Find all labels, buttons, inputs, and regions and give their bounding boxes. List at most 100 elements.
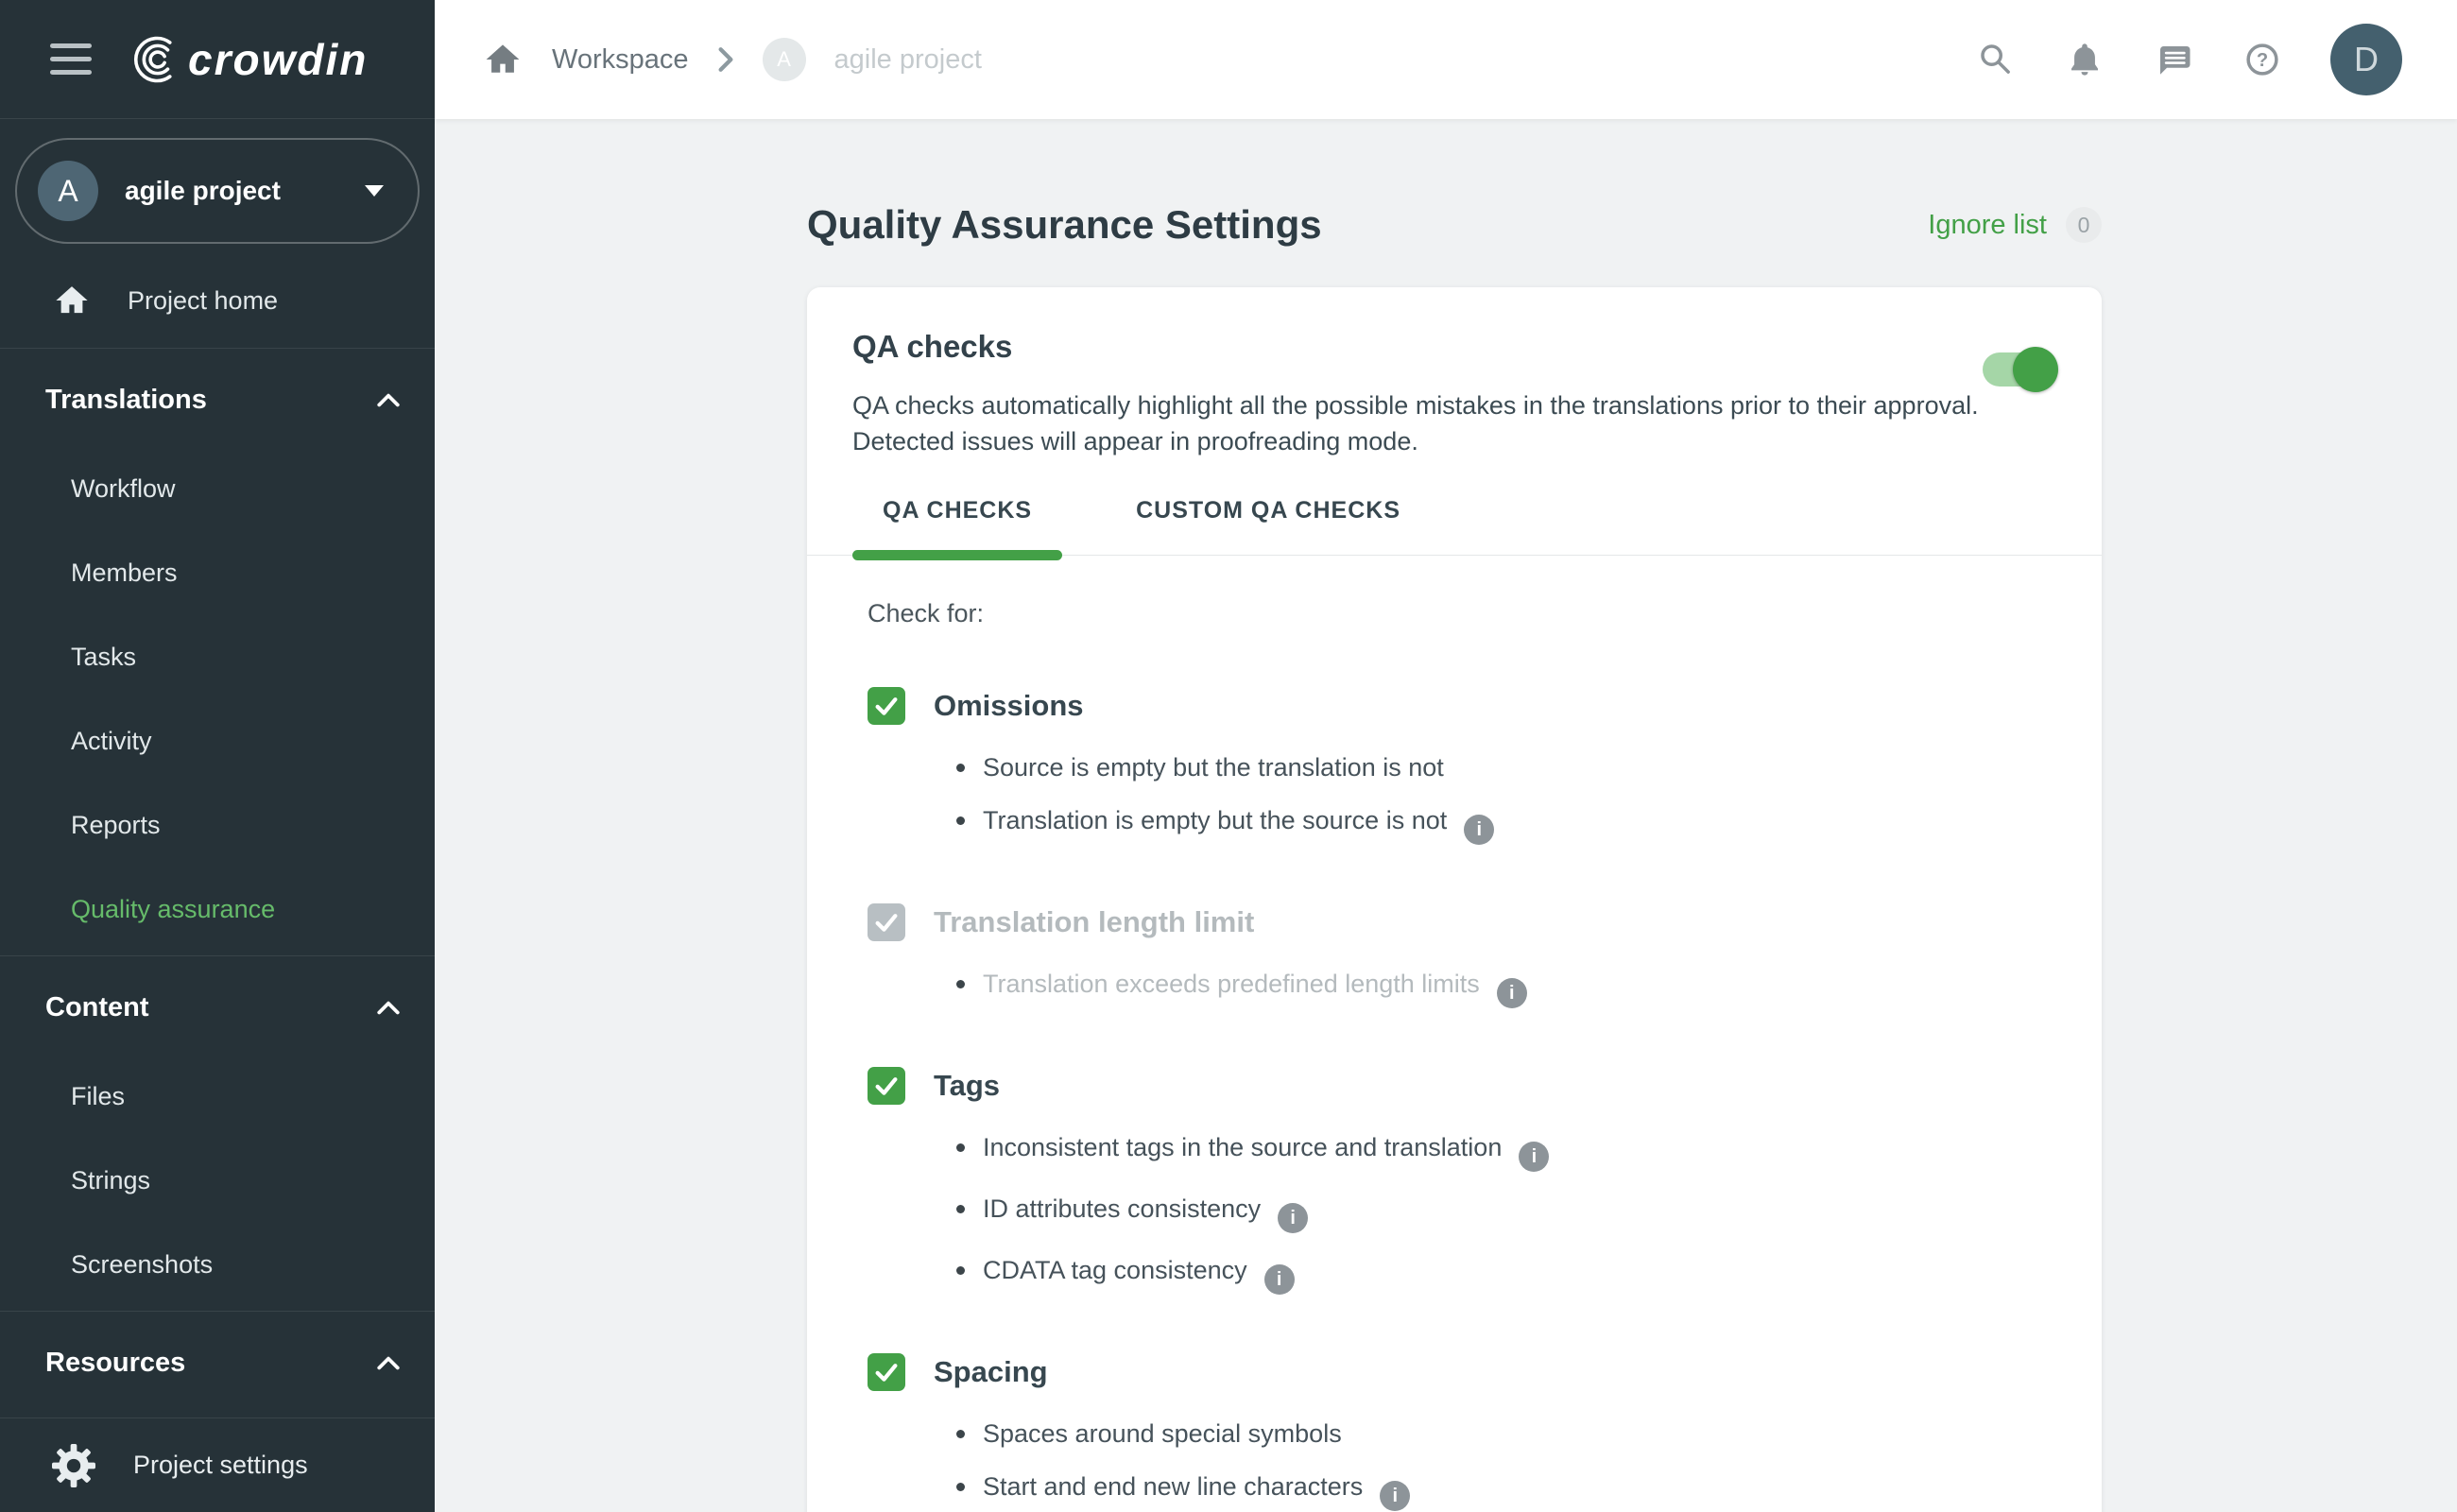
check-icon [870,1356,902,1388]
check-icon [870,690,902,722]
sidebar-section-resources[interactable]: Resources [0,1315,435,1410]
page-title: Quality Assurance Settings [807,202,1322,248]
crowdin-logo-text: crowdin [188,34,368,85]
sidebar-nav: Project home Translations Workflow Membe… [0,244,435,1418]
qa-rule: Source is empty but the translation is n… [983,751,2056,783]
sidebar-section-content[interactable]: Content [0,960,435,1055]
gear-icon [52,1444,95,1487]
qa-rule-text: Inconsistent tags in the source and tran… [983,1133,1502,1161]
sidebar-item-label: Files [71,1082,125,1111]
qa-rule-text: Source is empty but the translation is n… [983,753,1444,782]
spacing-checkbox[interactable] [868,1353,905,1391]
qa-checks-title: QA checks [852,329,2056,365]
info-icon[interactable]: i [1519,1142,1549,1172]
ignore-list-label: Ignore list [1928,210,2047,241]
sidebar-item-label: Screenshots [71,1250,213,1280]
section-label: Tags [934,1069,1000,1103]
sidebar-section-label: Translations [45,385,207,416]
qa-rule-text: Start and end new line characters [983,1472,1363,1501]
sidebar-item-label: Activity [71,727,152,756]
breadcrumb-workspace-link[interactable]: Workspace [552,44,689,76]
qa-section-tags: Tags Inconsistent tags in the source and… [868,1067,2056,1295]
sidebar-item-label: Workflow [71,474,176,504]
sidebar-item-workflow[interactable]: Workflow [0,447,435,531]
qa-rule-text: Translation is empty but the source is n… [983,806,1447,834]
home-icon [52,281,92,320]
sidebar-item-label: Project home [128,286,278,316]
info-icon[interactable]: i [1278,1203,1308,1233]
sidebar-section-label: Resources [45,1348,185,1379]
section-label: Translation length limit [934,905,1254,939]
sidebar-item-label: Members [71,558,178,588]
qa-rule: Spaces around special symbols [983,1418,2056,1450]
section-label: Omissions [934,689,1084,723]
sidebar-divider [0,1311,435,1312]
section-label: Spacing [934,1355,1048,1389]
check-icon [870,1070,902,1102]
help-icon[interactable]: ? [2242,39,2283,80]
check-icon [870,906,902,938]
qa-rule: CDATA tag consistencyi [983,1254,2056,1295]
translation-length-limit-checkbox[interactable] [868,903,905,941]
breadcrumb-project-name: agile project [834,44,982,76]
info-icon[interactable]: i [1464,815,1494,845]
sidebar-item-activity[interactable]: Activity [0,699,435,783]
chevron-up-icon [376,391,401,408]
sidebar-item-label: Quality assurance [71,895,275,924]
sidebar-item-label: Project settings [133,1451,308,1480]
chevron-up-icon [376,1354,401,1371]
bell-icon[interactable] [2064,39,2105,80]
qa-rule: Translation exceeds predefined length li… [983,968,2056,1008]
home-icon[interactable] [482,39,524,80]
chat-icon[interactable] [2153,39,2194,80]
main-column: Workspace A agile project [435,0,2457,1512]
sidebar: crowdin A agile project Project home Tra… [0,0,435,1512]
user-avatar[interactable]: D [2330,24,2402,95]
breadcrumb: Workspace A agile project [482,38,982,81]
search-icon[interactable] [1975,39,2017,80]
caret-down-icon [365,185,384,197]
info-icon[interactable]: i [1497,978,1527,1008]
sidebar-item-tasks[interactable]: Tasks [0,615,435,699]
qa-section-omissions: Omissions Source is empty but the transl… [868,687,2056,845]
project-name: agile project [125,176,338,206]
qa-checks-toggle[interactable] [1983,346,2058,393]
qa-rule: Inconsistent tags in the source and tran… [983,1131,2056,1172]
hamburger-menu-icon[interactable] [50,43,92,75]
sidebar-item-reports[interactable]: Reports [0,783,435,868]
omissions-checkbox[interactable] [868,687,905,725]
qa-rule: Translation is empty but the source is n… [983,804,2056,845]
qa-section-spacing: Spacing Spaces around special symbols St… [868,1353,2056,1512]
sidebar-divider [0,955,435,956]
crowdin-logo[interactable]: crowdin [129,34,368,85]
sidebar-item-screenshots[interactable]: Screenshots [0,1223,435,1307]
qa-rule-text: Translation exceeds predefined length li… [983,970,1480,998]
chevron-up-icon [376,999,401,1016]
sidebar-item-project-settings[interactable]: Project settings [0,1418,435,1512]
qa-checks-description: QA checks automatically highlight all th… [852,387,2043,459]
ignore-list-link[interactable]: Ignore list 0 [1928,207,2102,243]
qa-rule-text: ID attributes consistency [983,1194,1261,1223]
info-icon[interactable]: i [1380,1481,1410,1511]
project-selector[interactable]: A agile project [15,138,420,244]
sidebar-divider [0,348,435,349]
toggle-thumb [2013,347,2058,392]
qa-checks-card: QA checks QA checks automatically highli… [807,287,2102,1512]
sidebar-section-translations[interactable]: Translations [0,352,435,447]
sidebar-item-strings[interactable]: Strings [0,1139,435,1223]
tab-custom-qa-checks[interactable]: CUSTOM QA CHECKS [1106,484,1431,555]
qa-checks-card-header: QA checks QA checks automatically highli… [807,287,2102,556]
sidebar-item-files[interactable]: Files [0,1055,435,1139]
sidebar-item-quality-assurance[interactable]: Quality assurance [0,868,435,952]
sidebar-item-label: Strings [71,1166,150,1195]
check-for-label: Check for: [868,599,2056,628]
info-icon[interactable]: i [1264,1264,1295,1295]
tags-checkbox[interactable] [868,1067,905,1105]
sidebar-header: crowdin [0,0,435,119]
sidebar-item-project-home[interactable]: Project home [0,257,435,344]
qa-tabs: QA CHECKS CUSTOM QA CHECKS [852,484,2056,555]
sidebar-section-label: Content [45,992,149,1023]
sidebar-item-members[interactable]: Members [0,531,435,615]
qa-section-translation-length-limit: Translation length limit Translation exc… [868,903,2056,1008]
tab-qa-checks[interactable]: QA CHECKS [852,484,1062,555]
